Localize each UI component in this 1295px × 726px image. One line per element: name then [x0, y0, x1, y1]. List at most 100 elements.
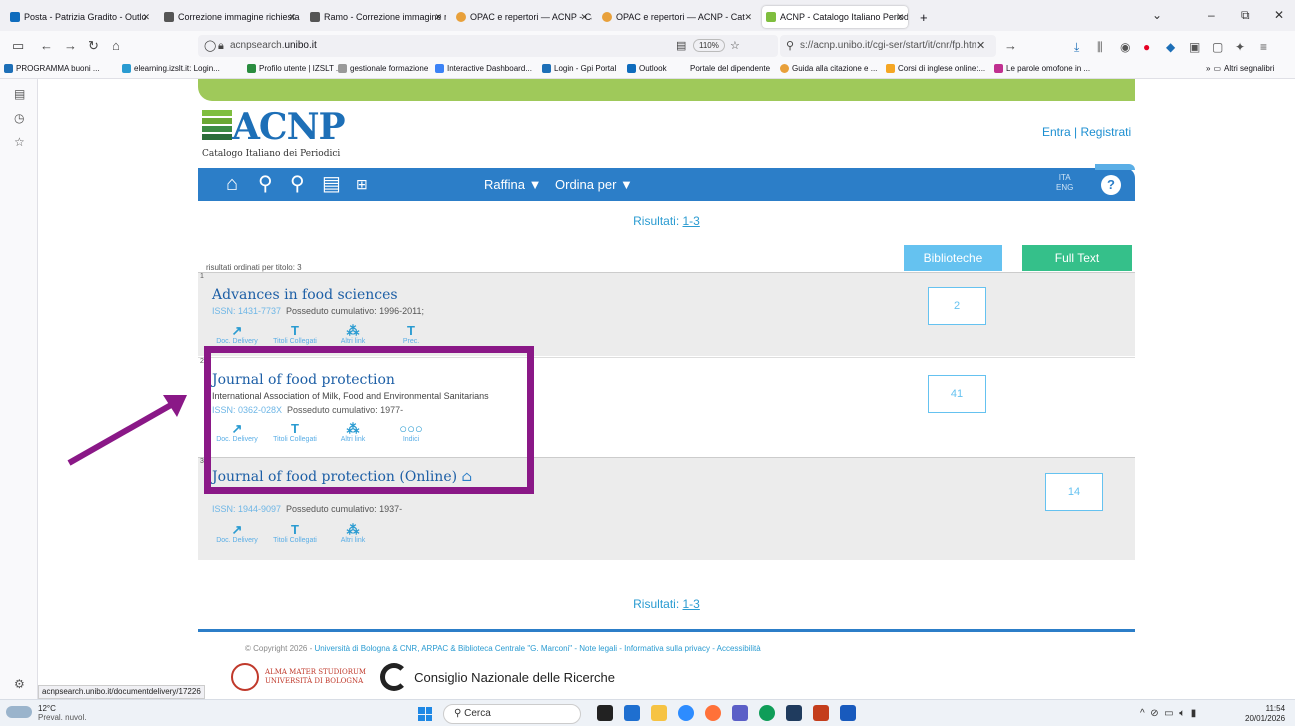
other-bookmarks[interactable]: » ▭ Altri segnalibri [1206, 64, 1274, 73]
results-range-link[interactable]: 1-3 [683, 597, 700, 611]
close-window-icon[interactable]: ✕ [1274, 8, 1284, 22]
zoom-app-icon[interactable] [678, 705, 694, 721]
other-links-link[interactable]: ⁂ Altri link [324, 323, 382, 345]
sidebar-toggle-icon[interactable]: ▭ [12, 39, 24, 53]
close-icon[interactable]: ✕ [976, 39, 985, 53]
minimize-icon[interactable]: – [1208, 8, 1215, 22]
library-count[interactable]: 41 [928, 375, 986, 413]
sort-menu[interactable]: Ordina per ▼ [555, 177, 633, 192]
forward-icon[interactable]: → [64, 39, 77, 53]
reader-view-icon[interactable]: ▤ [676, 39, 686, 53]
page-content: ACNP Catalogo Italiano dei Periodici Ent… [38, 79, 1295, 699]
bookmark-item[interactable]: Login - Gpi Portal [542, 64, 616, 73]
tab-acnp-active[interactable]: ACNP - Catalogo Italiano Period ✕ [762, 6, 908, 28]
task-view-icon[interactable] [597, 705, 613, 721]
bookmark-item[interactable]: elearning.izslt.it: Login... [122, 64, 220, 73]
close-icon[interactable]: ✕ [142, 12, 150, 23]
related-titles-link[interactable]: T Titoli Collegati [266, 323, 324, 345]
lang-ita[interactable]: ITA [1056, 173, 1073, 183]
bookmark-item[interactable]: PROGRAMMA buoni ... [4, 64, 100, 73]
bookmark-item[interactable]: Profilo utente | IZSLT ... [247, 64, 343, 73]
fulltext-count[interactable]: 14 [1045, 473, 1103, 511]
biblioteche-button[interactable]: Biblioteche [904, 245, 1002, 271]
bookmark-item[interactable]: Outlook [627, 64, 667, 73]
tab-outlook[interactable]: Posta - Patrizia Gradito - Outlo ✕ [6, 6, 154, 28]
address-bar[interactable]: ◯ 🔒︎ acnpsearch.unibo.it ▤ 110% ☆ [198, 35, 778, 57]
restore-icon[interactable]: ⧉ [1241, 8, 1250, 23]
close-icon[interactable]: ✕ [744, 12, 752, 23]
close-icon[interactable]: ✕ [896, 12, 904, 23]
file-explorer-icon[interactable] [651, 705, 667, 721]
bookmark-item[interactable]: Corsi di inglese online:... [886, 64, 985, 73]
menu-icon[interactable]: ≡ [1260, 40, 1267, 54]
powerpoint-icon[interactable] [813, 705, 829, 721]
help-button[interactable]: ? [1101, 175, 1121, 195]
close-icon[interactable]: ✕ [580, 12, 588, 23]
fulltext-button[interactable]: Full Text [1022, 245, 1132, 271]
bookmark-item[interactable]: Portale del dipendente [690, 64, 770, 73]
clock[interactable]: 11:54 20/01/2026 [1245, 704, 1285, 724]
library-icon[interactable]: ⫼ [1097, 40, 1103, 55]
language-switch[interactable]: ITA ENG [1056, 173, 1073, 193]
tab-ramo[interactable]: Ramo - Correzione immagine ri ✕ [306, 6, 446, 28]
close-icon[interactable]: ✕ [288, 12, 296, 23]
bookmark-item[interactable]: Le parole omofone in ... [994, 64, 1090, 73]
home-icon[interactable]: ⌂ [226, 173, 238, 195]
tabs-icon[interactable]: ▤ [14, 87, 25, 101]
grid-view-icon[interactable]: ⊞ [356, 173, 368, 195]
extensions-icon[interactable]: ✦ [1235, 40, 1245, 54]
home-icon[interactable]: ⌂ [112, 39, 120, 53]
library-count[interactable]: 2 [928, 287, 986, 325]
pinterest-icon[interactable]: ● [1143, 40, 1150, 54]
other-links-link[interactable]: ⁂ Altri link [324, 522, 382, 544]
pocket-icon[interactable]: ▣ [1189, 40, 1200, 54]
settings-icon[interactable]: ⚙ [14, 677, 25, 691]
search-input[interactable]: ⚲ s://acnp.unibo.it/cgi-ser/start/it/cnr… [780, 35, 996, 57]
firefox-icon[interactable] [705, 705, 721, 721]
teams-icon[interactable] [732, 705, 748, 721]
mail-icon[interactable] [786, 705, 802, 721]
bookmarks-icon[interactable]: ☆ [14, 135, 25, 149]
tab-opac-1[interactable]: OPAC e repertori — ACNP - Cat ✕ [452, 6, 592, 28]
list-icon[interactable]: ▤ [322, 173, 341, 195]
go-arrow-icon[interactable]: → [1004, 39, 1017, 53]
search-icon[interactable]: ⚲ [258, 173, 273, 195]
refine-menu[interactable]: Raffina ▼ [484, 177, 541, 192]
taskbar-search[interactable]: ⚲ Cerca [443, 704, 581, 724]
bookmark-item[interactable]: Interactive Dashboard... [435, 64, 532, 73]
lock-icon[interactable]: 🔒︎ [218, 39, 224, 53]
bookmark-star-icon[interactable]: ☆ [730, 39, 740, 53]
windows-start-icon[interactable] [418, 707, 432, 721]
record-title[interactable]: Advances in food sciences [212, 287, 398, 303]
lang-eng[interactable]: ENG [1056, 183, 1073, 193]
store-icon[interactable] [624, 705, 640, 721]
tab-correzione[interactable]: Correzione immagine richiesta ✕ [160, 6, 300, 28]
back-icon[interactable]: ← [40, 39, 53, 53]
bookmark-item[interactable]: Guida alla citazione e ... [780, 64, 877, 73]
doc-delivery-link[interactable]: ↗ Doc. Delivery [208, 522, 266, 544]
shield-icon[interactable]: ◯ [204, 39, 216, 53]
history-icon[interactable]: ◷ [14, 111, 24, 125]
tab-opac-2[interactable]: OPAC e repertori — ACNP - Cat ✕ [598, 6, 756, 28]
bookmark-item[interactable]: gestionale formazione [338, 64, 428, 73]
close-icon[interactable]: ✕ [434, 12, 442, 23]
login-link[interactable]: Entra | Registrati [1042, 125, 1131, 139]
new-tab-button[interactable]: + [916, 6, 936, 28]
edge-icon[interactable] [759, 705, 775, 721]
zoom-level[interactable]: 110% [693, 39, 725, 52]
tab-list-icon[interactable]: ⌄ [1152, 8, 1162, 22]
location-pin-icon[interactable]: ⚲ [290, 173, 305, 195]
doc-delivery-link[interactable]: ↗ Doc. Delivery [208, 323, 266, 345]
system-tray[interactable]: ^ ⊘ ▭ 🔈︎ ▮ [1140, 708, 1196, 719]
extension-icon[interactable]: ◆ [1166, 40, 1175, 54]
word-icon[interactable] [840, 705, 856, 721]
footer-links[interactable]: Università di Bologna & CNR, ARPAC & Bib… [315, 644, 761, 653]
related-titles-link[interactable]: T Titoli Collegati [266, 522, 324, 544]
account-icon[interactable]: ◉ [1120, 40, 1130, 54]
results-range-link[interactable]: 1-3 [683, 214, 700, 228]
screenshot-icon[interactable]: ▢ [1212, 40, 1223, 54]
download-icon[interactable]: ⤓ [1074, 40, 1079, 55]
reload-icon[interactable]: ↻ [88, 39, 99, 53]
previous-title-link[interactable]: T Prec. [382, 323, 440, 345]
url-text: acnpsearch.unibo.it [230, 40, 317, 51]
